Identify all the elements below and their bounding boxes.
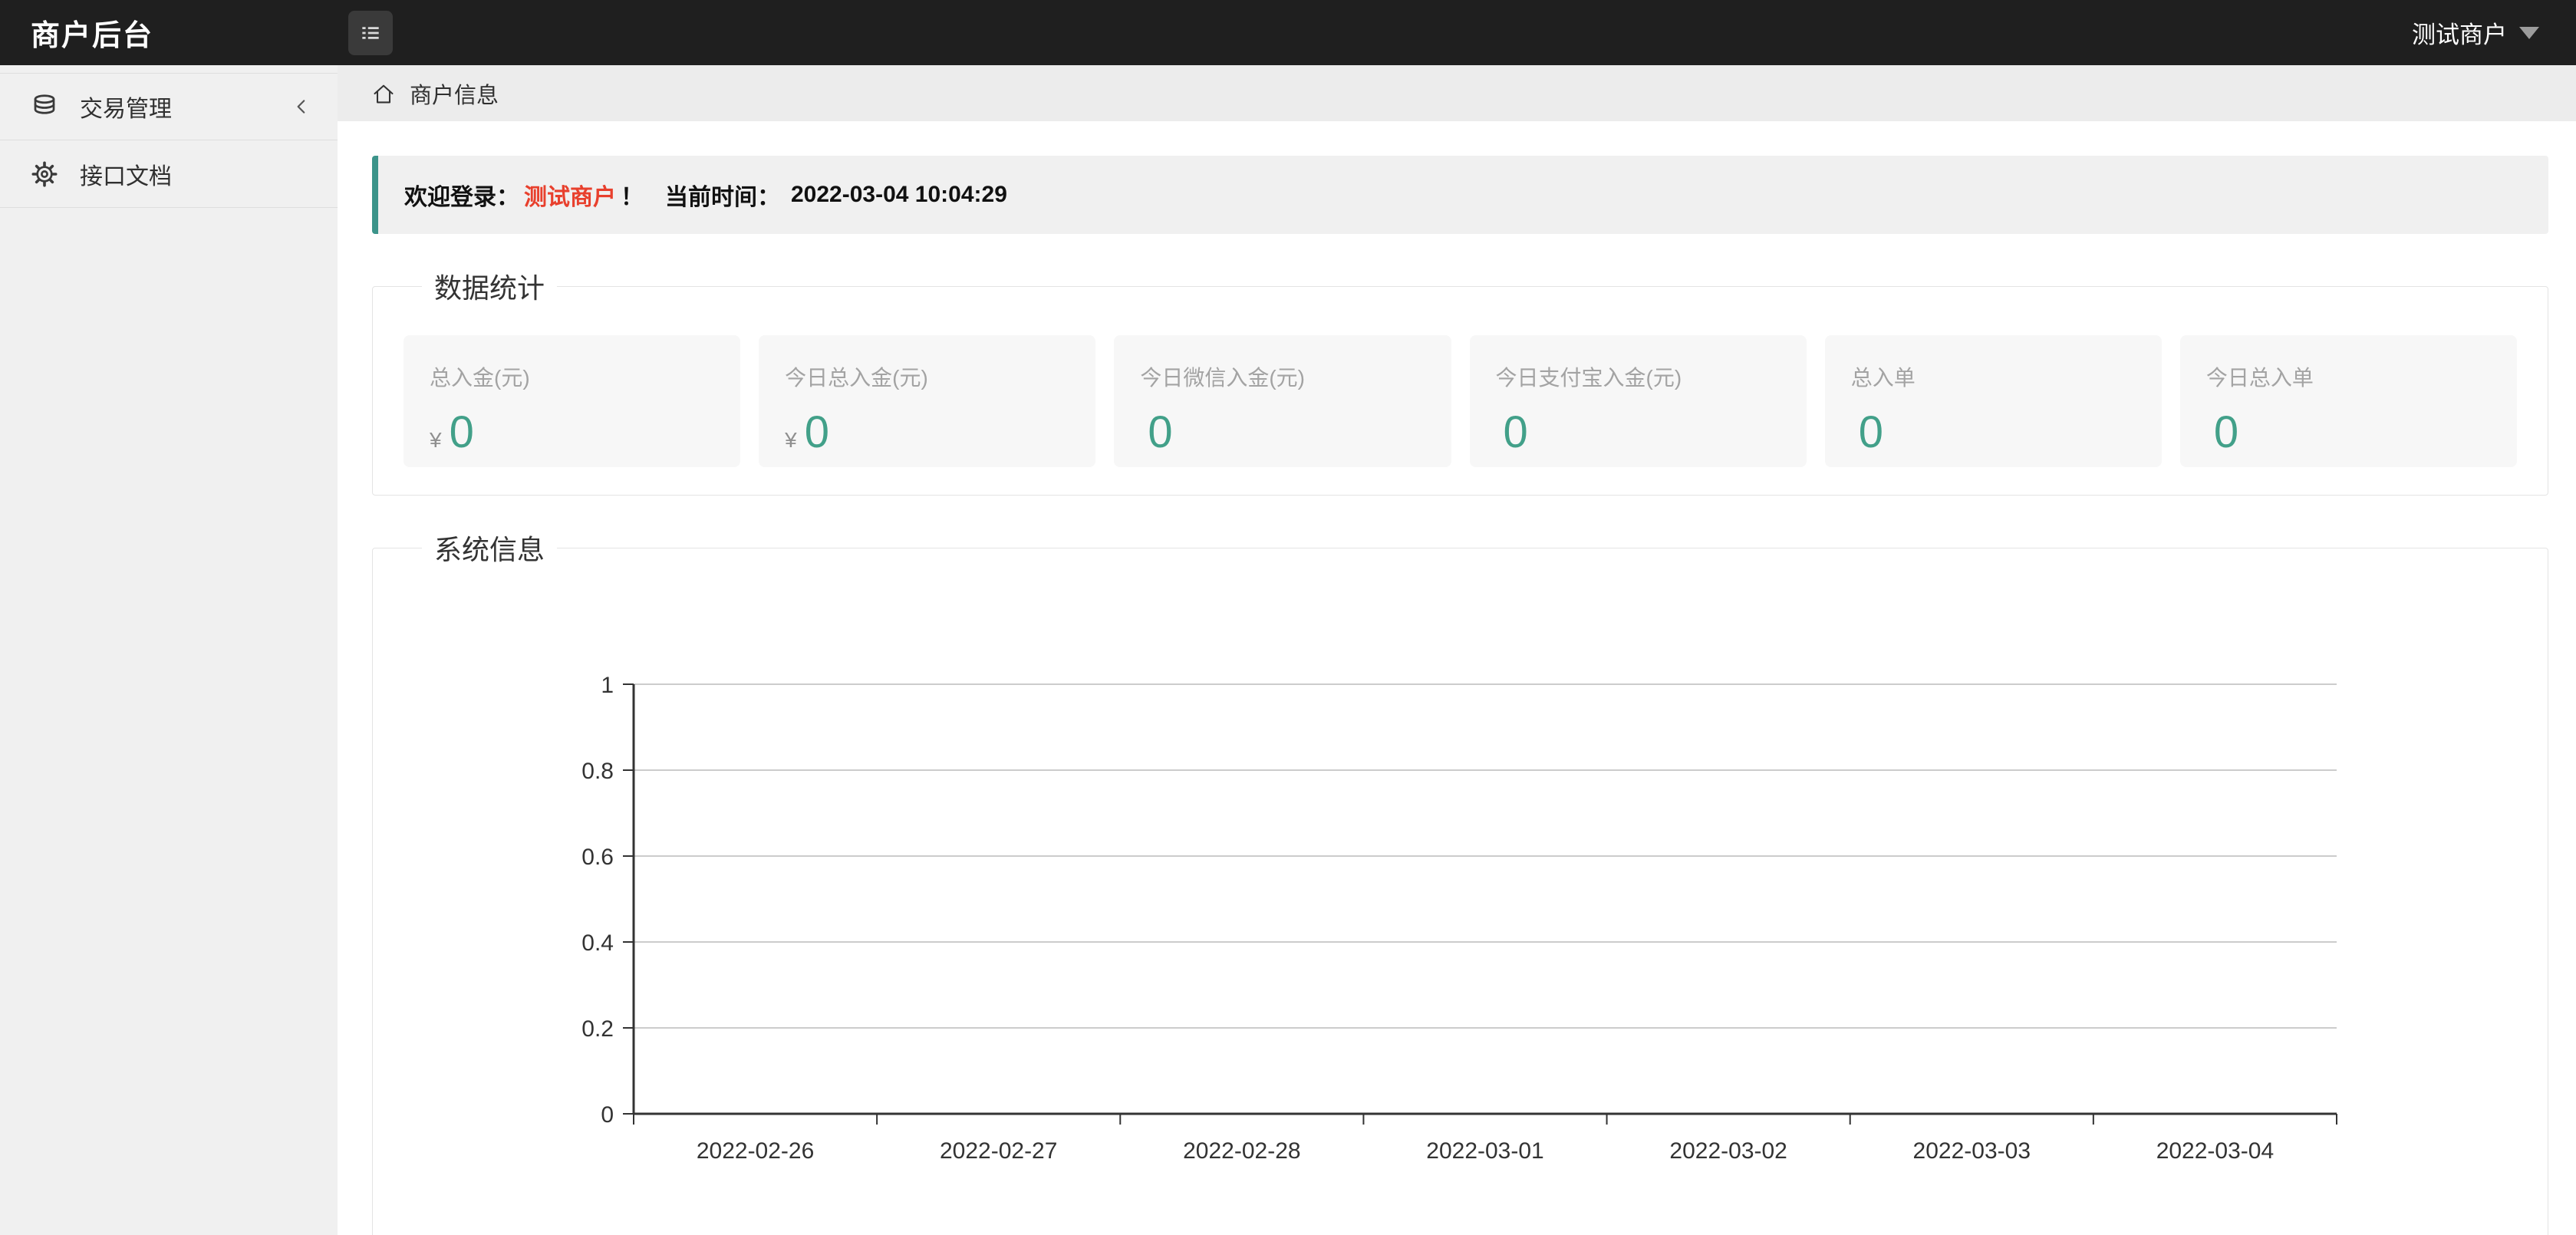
stat-label: 总入金(元) bbox=[430, 366, 530, 390]
x-tick-label: 2022-03-03 bbox=[1913, 1138, 2031, 1164]
stat-value: 0 bbox=[449, 407, 474, 457]
y-tick-label: 0 bbox=[601, 1102, 614, 1128]
x-tick-label: 2022-02-28 bbox=[1183, 1138, 1300, 1164]
merchant-dropdown[interactable]: 测试商户 bbox=[2412, 15, 2576, 50]
home-icon bbox=[374, 84, 394, 103]
stat-value: 0 bbox=[2213, 407, 2239, 457]
empty-line-chart: 0 0.2 0.4 0.6 0.8 1 2022-02-26 2022-02-27 2022-0… bbox=[581, 673, 2337, 1164]
y-tick-label: 0.8 bbox=[581, 759, 614, 784]
section-legend: 系统信息 bbox=[434, 534, 545, 565]
x-tick-label: 2022-03-01 bbox=[1426, 1138, 1543, 1164]
content: 欢迎登录： 测试商户 ！ 当前时间： 2022-03-04 10:04:29 数… bbox=[338, 121, 2576, 1235]
stat-card-today-alipay-in: 今日支付宝入金(元) 0 bbox=[1469, 335, 1807, 467]
stat-value: 0 bbox=[804, 407, 830, 457]
stat-label: 总入单 bbox=[1850, 366, 1916, 390]
stat-label: 今日微信入金(元) bbox=[1140, 366, 1305, 390]
welcome-alert: 欢迎登录： 测试商户 ！ 当前时间： 2022-03-04 10:04:29 bbox=[372, 156, 2548, 234]
breadcrumb: 商户信息 bbox=[338, 65, 2576, 121]
exclamation: ！ bbox=[621, 185, 644, 210]
y-tick-label: 0.4 bbox=[581, 930, 614, 956]
stat-card-total-in: 总入金(元) ¥0 bbox=[404, 335, 741, 467]
sidebar: 交易管理 接口文档 bbox=[0, 65, 338, 1235]
stat-label: 今日总入金(元) bbox=[785, 366, 928, 390]
sidebar-toggle-button[interactable] bbox=[348, 10, 393, 55]
stat-value: 0 bbox=[1503, 407, 1528, 457]
x-tick-label: 2022-02-26 bbox=[697, 1138, 814, 1164]
current-time-value: 2022-03-04 10:04:29 bbox=[791, 182, 1007, 207]
welcome-label: 欢迎登录： bbox=[404, 185, 519, 210]
stat-cards-row: 总入金(元) ¥0 今日总入金(元) ¥0 今日微信入金(元) 0 今日支付宝入… bbox=[404, 306, 2518, 495]
stat-card-today-wechat-in: 今日微信入金(元) 0 bbox=[1114, 335, 1451, 467]
y-tick-label: 1 bbox=[601, 675, 614, 698]
chevron-down-icon bbox=[2519, 26, 2539, 39]
sidebar-item-trade-management[interactable]: 交易管理 bbox=[0, 73, 338, 140]
breadcrumb-label: 商户信息 bbox=[410, 83, 499, 108]
section-legend: 数据统计 bbox=[434, 272, 545, 304]
sidebar-item-label: 交易管理 bbox=[80, 97, 172, 122]
stat-value: 0 bbox=[1858, 407, 1883, 457]
x-tick-label: 2022-02-27 bbox=[940, 1138, 1057, 1164]
gear-icon bbox=[31, 161, 58, 186]
stat-card-today-total-orders: 今日总入单 0 bbox=[2179, 335, 2518, 467]
section-data-statistics: 数据统计 总入金(元) ¥0 今日总入金(元) ¥0 今日微信入金(元) 0 今… bbox=[372, 266, 2548, 496]
x-tick-label: 2022-03-02 bbox=[1669, 1138, 1787, 1164]
currency-symbol: ¥ bbox=[430, 428, 442, 452]
currency-symbol: ¥ bbox=[785, 428, 797, 452]
stat-card-total-orders: 总入单 0 bbox=[1824, 335, 2162, 467]
main-area: 商户信息 欢迎登录： 测试商户 ！ 当前时间： 2022-03-04 10:04… bbox=[338, 65, 2576, 1235]
stat-label: 今日总入单 bbox=[2205, 366, 2314, 390]
chevron-left-icon bbox=[297, 100, 305, 114]
merchant-name: 测试商户 bbox=[2412, 21, 2507, 48]
sidebar-item-api-docs[interactable]: 接口文档 bbox=[0, 140, 338, 208]
stat-value: 0 bbox=[1148, 407, 1173, 457]
x-tick-label: 2022-03-04 bbox=[2156, 1138, 2274, 1164]
database-icon bbox=[34, 94, 55, 114]
system-chart: 0 0.2 0.4 0.6 0.8 1 2022-02-26 2022-02-27 2022-0… bbox=[534, 673, 2517, 1235]
stat-label: 今日支付宝入金(元) bbox=[1495, 366, 1682, 390]
sidebar-item-label: 接口文档 bbox=[80, 163, 172, 189]
current-time-label: 当前时间： bbox=[665, 185, 780, 210]
y-tick-label: 0.2 bbox=[581, 1016, 614, 1042]
y-tick-label: 0.6 bbox=[581, 845, 614, 870]
stat-card-today-total-in: 今日总入金(元) ¥0 bbox=[759, 335, 1096, 467]
app-logo: 商户后台 bbox=[31, 20, 154, 52]
section-system-info: 系统信息 0 0.2 0.4 0.6 0.8 1 2022-02-26 2022-02-27 2… bbox=[372, 528, 2548, 1235]
list-icon bbox=[362, 26, 379, 39]
topbar: 商户后台 测试商户 bbox=[0, 0, 2576, 65]
alert-merchant-name: 测试商户 bbox=[524, 185, 616, 210]
